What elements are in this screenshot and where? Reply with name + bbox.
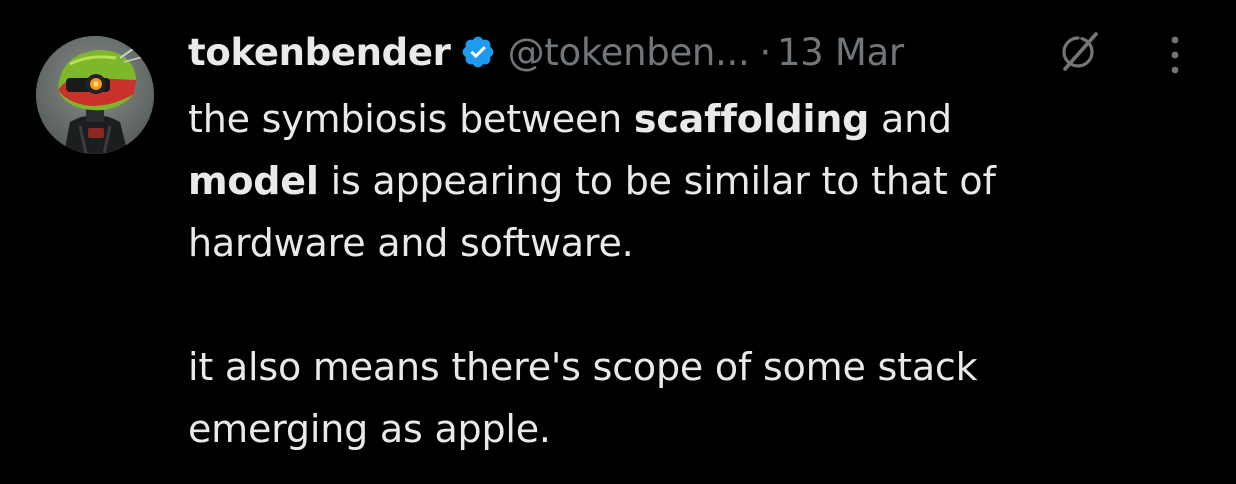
bold-text-model: model — [188, 159, 319, 203]
grok-slash-icon[interactable] — [1055, 29, 1101, 75]
header-separator: · — [759, 30, 771, 74]
author-handle[interactable]: @tokenben... — [508, 31, 750, 74]
tweet-paragraph-2-line-1: it also means there's scope of some stac… — [188, 345, 978, 389]
verified-badge-icon[interactable] — [460, 34, 496, 70]
text-segment: is appearing to be similar to that of — [318, 159, 996, 203]
robot-avatar-icon — [36, 36, 154, 154]
tweet-paragraph-1-line-3: hardware and software. — [188, 221, 634, 265]
author-avatar[interactable] — [36, 36, 154, 154]
tweet-paragraph-2-line-2: emerging as apple. — [188, 407, 551, 451]
tweet-text: the symbiosis between scaffolding and mo… — [188, 88, 1188, 460]
tweet-header: tokenbender @tokenben... · 13 Mar — [188, 22, 904, 82]
text-segment: and — [869, 97, 952, 141]
tweet-paragraph-1-line-1: the symbiosis between scaffolding and — [188, 88, 1188, 150]
tweet-paragraph-1-line-2: model is appearing to be similar to that… — [188, 150, 1188, 212]
author-display-name[interactable]: tokenbender — [188, 31, 451, 74]
tweet-timestamp[interactable]: 13 Mar — [777, 31, 904, 74]
more-vertical-icon[interactable] — [1163, 34, 1187, 76]
text-segment: the symbiosis between — [188, 97, 634, 141]
tweet-card[interactable]: tokenbender @tokenben... · 13 Mar the sy… — [0, 0, 1236, 484]
bold-text-scaffolding: scaffolding — [633, 97, 870, 141]
